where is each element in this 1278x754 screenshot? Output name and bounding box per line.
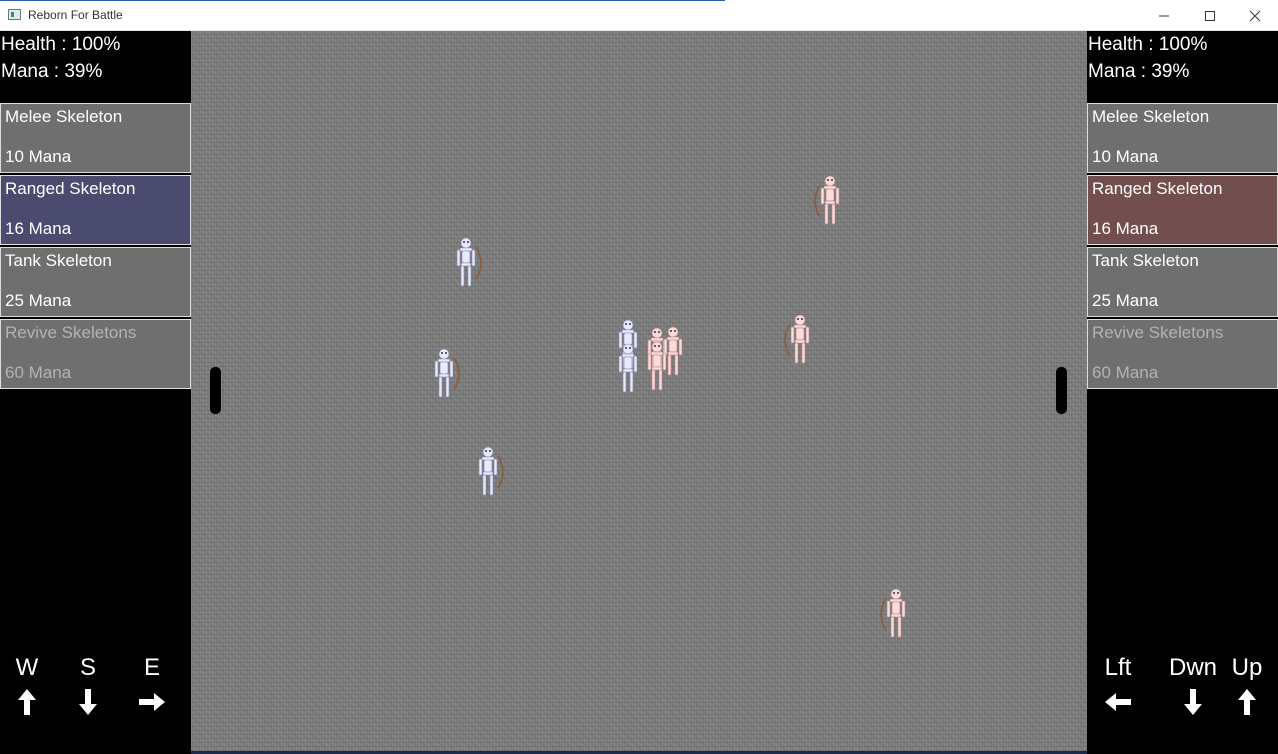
- arrow-up-icon: [1238, 689, 1256, 715]
- key-label: Dwn: [1168, 654, 1217, 681]
- menu-item-name: Melee Skeleton: [5, 107, 123, 126]
- menu-item-cost: 16 Mana: [5, 219, 72, 238]
- app-icon: [8, 9, 21, 20]
- right-menu-ranged-skeleton[interactable]: Ranged Skeleton 16 Mana: [1087, 175, 1278, 245]
- menu-item-name: Ranged Skeleton: [1092, 179, 1223, 198]
- left-health: Health : 100%: [1, 34, 121, 55]
- left-spawn-menu: Melee Skeleton 10 Mana Ranged Skeleton 1…: [0, 103, 191, 391]
- right-menu-tank-skeleton[interactable]: Tank Skeleton 25 Mana: [1087, 247, 1278, 317]
- menu-item-name: Ranged Skeleton: [5, 179, 136, 198]
- menu-item-cost: 25 Mana: [5, 291, 72, 310]
- close-icon: [1249, 10, 1261, 21]
- red-melee-skeleton: [647, 341, 667, 391]
- maximize-button[interactable]: [1187, 0, 1233, 31]
- menu-item-cost: 10 Mana: [5, 147, 72, 166]
- blue-ranged-skeleton: [434, 348, 460, 398]
- right-spawn-menu: Melee Skeleton 10 Mana Ranged Skeleton 1…: [1087, 103, 1278, 391]
- maximize-icon: [1205, 10, 1215, 21]
- menu-item-name: Tank Skeleton: [5, 251, 112, 270]
- key-up: Up: [1222, 653, 1272, 715]
- key-label: E: [143, 654, 160, 681]
- arrow-down-icon: [79, 689, 97, 715]
- right-menu-revive-skeletons[interactable]: Revive Skeletons 60 Mana: [1087, 319, 1278, 389]
- key-label: S: [79, 654, 96, 681]
- left-controls: W S E: [0, 653, 191, 723]
- red-ranged-skeleton: [784, 314, 810, 364]
- left-menu-ranged-skeleton[interactable]: Ranged Skeleton 16 Mana: [0, 175, 191, 245]
- left-menu-revive-skeletons[interactable]: Revive Skeletons 60 Mana: [0, 319, 191, 389]
- menu-item-name: Tank Skeleton: [1092, 251, 1199, 270]
- menu-item-name: Revive Skeletons: [5, 323, 137, 342]
- minimize-button[interactable]: [1141, 0, 1187, 31]
- arrow-right-icon: [139, 693, 165, 711]
- left-player-panel: Health : 100% Mana : 39% Melee Skeleton …: [0, 31, 191, 754]
- right-health: Health : 100%: [1088, 34, 1208, 55]
- red-ranged-skeleton: [814, 175, 840, 225]
- arrow-left-icon: [1105, 693, 1131, 711]
- right-mana: Mana : 39%: [1088, 61, 1190, 82]
- key-label: W: [15, 654, 39, 681]
- left-menu-melee-skeleton[interactable]: Melee Skeleton 10 Mana: [0, 103, 191, 173]
- right-base-gate: [1056, 367, 1067, 414]
- blue-ranged-skeleton: [456, 237, 482, 287]
- key-label: Up: [1231, 654, 1263, 681]
- right-controls: Lft Dwn Up: [1087, 653, 1278, 723]
- key-left: Lft: [1093, 653, 1143, 711]
- red-ranged-skeleton: [880, 588, 906, 638]
- left-base-gate: [210, 367, 221, 414]
- menu-item-name: Melee Skeleton: [1092, 107, 1210, 126]
- title-bar-accent: [0, 0, 725, 1]
- menu-item-cost: 60 Mana: [5, 363, 72, 382]
- menu-item-cost: 16 Mana: [1092, 219, 1159, 238]
- key-w: W: [2, 653, 52, 715]
- blue-ranged-skeleton: [478, 446, 504, 496]
- right-menu-melee-skeleton[interactable]: Melee Skeleton 10 Mana: [1087, 103, 1278, 173]
- right-player-panel: Health : 100% Mana : 39% Melee Skeleton …: [1087, 31, 1278, 754]
- key-label: Lft: [1104, 654, 1132, 681]
- arrow-up-icon: [18, 689, 36, 715]
- arrow-down-icon: [1184, 689, 1202, 715]
- window-title: Reborn For Battle: [28, 8, 123, 22]
- menu-item-cost: 60 Mana: [1092, 363, 1159, 382]
- key-down: Dwn: [1165, 653, 1221, 715]
- key-e: E: [127, 653, 177, 711]
- left-mana: Mana : 39%: [1, 61, 103, 82]
- left-menu-tank-skeleton[interactable]: Tank Skeleton 25 Mana: [0, 247, 191, 317]
- menu-item-name: Revive Skeletons: [1092, 323, 1224, 342]
- close-button[interactable]: [1232, 0, 1278, 31]
- menu-item-cost: 25 Mana: [1092, 291, 1159, 310]
- key-s: S: [63, 653, 113, 715]
- menu-item-cost: 10 Mana: [1092, 147, 1159, 166]
- blue-melee-skeleton: [618, 343, 638, 393]
- minimize-icon: [1159, 15, 1169, 16]
- title-bar[interactable]: Reborn For Battle: [0, 0, 1278, 31]
